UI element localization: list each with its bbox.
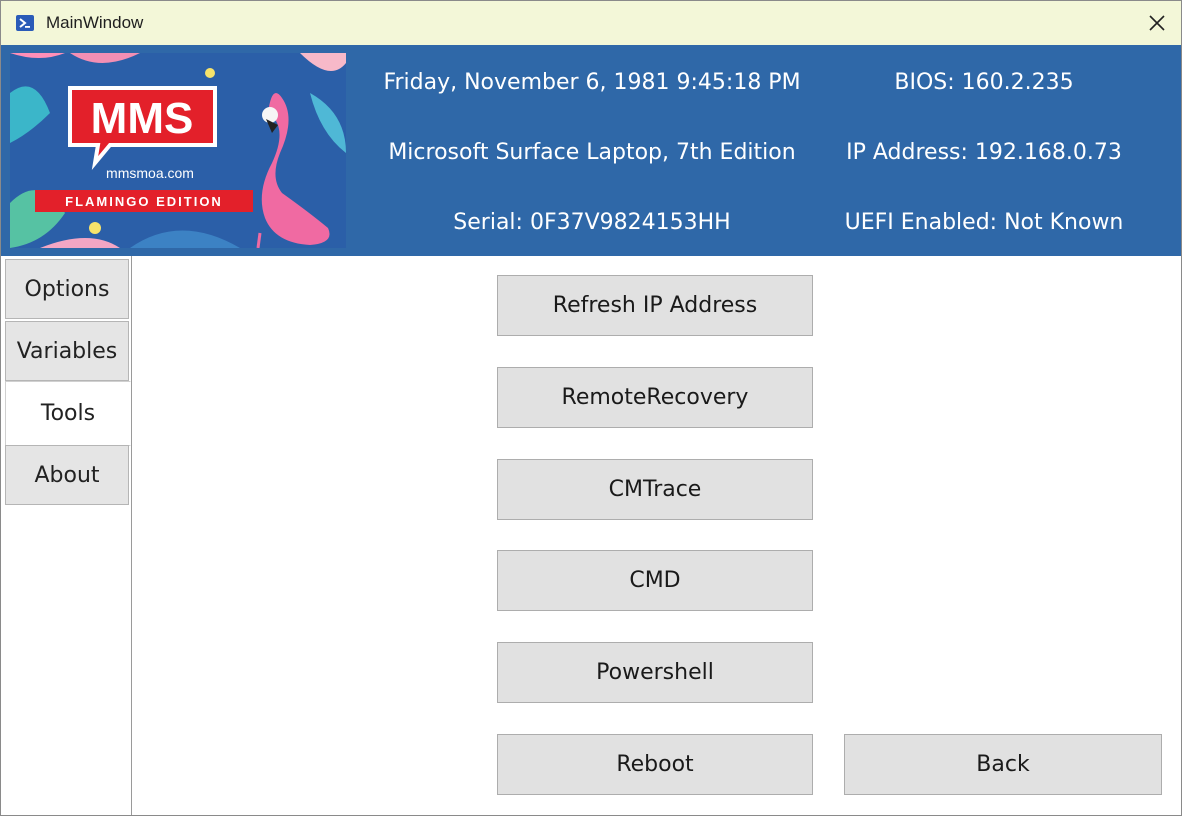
cmd-button[interactable]: CMD: [497, 550, 813, 611]
main-window: MainWindow MMS mmsmoa.com FLAMINGO EDITI…: [0, 0, 1182, 816]
tab-label: Variables: [16, 338, 118, 364]
refresh-ip-button[interactable]: Refresh IP Address: [497, 275, 813, 336]
back-button[interactable]: Back: [844, 734, 1162, 795]
tab-label: Tools: [40, 401, 96, 426]
tab-label: About: [34, 462, 100, 488]
header-panel: MMS mmsmoa.com FLAMINGO EDITION Friday, …: [1, 45, 1181, 256]
datetime-label: Friday, November 6, 1981 9:45:18 PM: [383, 70, 801, 95]
window-title: MainWindow: [46, 13, 144, 32]
cmtrace-button[interactable]: CMTrace: [497, 459, 813, 520]
mms-banner: MMS mmsmoa.com FLAMINGO EDITION: [10, 53, 346, 248]
tools-panel: Refresh IP Address RemoteRecovery CMTrac…: [132, 256, 1181, 815]
tab-variables[interactable]: Variables: [5, 321, 129, 381]
tab-strip: Options Variables Tools About: [1, 256, 132, 815]
uefi-label: UEFI Enabled: Not Known: [844, 210, 1124, 235]
banner-artwork: MMS mmsmoa.com FLAMINGO EDITION: [10, 53, 346, 248]
remote-recovery-button[interactable]: RemoteRecovery: [497, 367, 813, 428]
banner-logo-text: MMS: [91, 94, 194, 143]
tab-label: Options: [24, 276, 110, 302]
banner-site-text: mmsmoa.com: [106, 165, 194, 181]
ip-address-label: IP Address: 192.168.0.73: [846, 140, 1122, 165]
powershell-button[interactable]: Powershell: [497, 642, 813, 703]
close-icon: [1149, 15, 1165, 31]
model-label: Microsoft Surface Laptop, 7th Edition: [388, 140, 796, 165]
tab-about[interactable]: About: [5, 445, 129, 505]
close-button[interactable]: [1133, 1, 1181, 45]
serial-label: Serial: 0F37V9824153HH: [453, 210, 731, 235]
banner-edition-text: FLAMINGO EDITION: [65, 194, 223, 209]
tab-options[interactable]: Options: [5, 259, 129, 319]
bios-label: BIOS: 160.2.235: [894, 70, 1074, 95]
title-bar: MainWindow: [1, 1, 1181, 45]
powershell-icon: [16, 15, 34, 31]
tab-tools[interactable]: Tools: [5, 381, 131, 446]
reboot-button[interactable]: Reboot: [497, 734, 813, 795]
